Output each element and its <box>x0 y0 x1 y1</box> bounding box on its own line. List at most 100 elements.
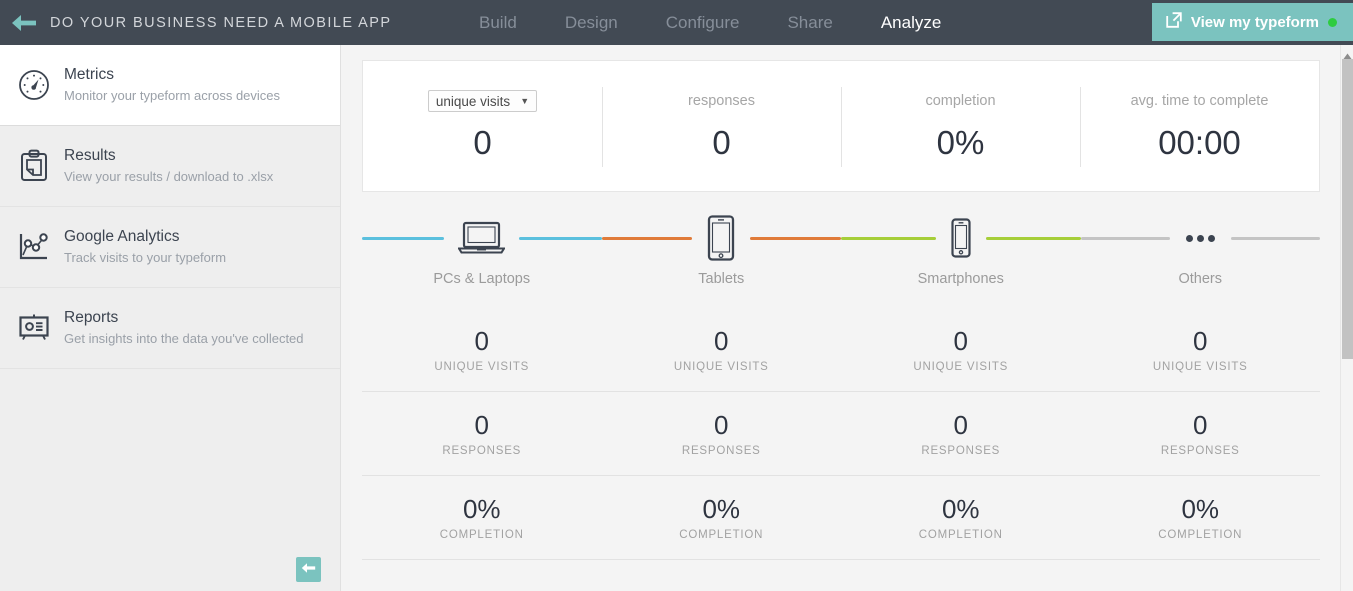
metric-cell: 0 UNIQUE VISITS <box>362 307 602 391</box>
metric-select-label: unique visits <box>435 93 511 109</box>
metric-cell: 0% COMPLETION <box>601 475 841 559</box>
metric-cell: 00:00 <box>601 559 841 591</box>
summary-label: completion <box>925 93 996 109</box>
tab-build[interactable]: Build <box>455 0 541 45</box>
device-name: Others <box>1178 271 1222 287</box>
sidebar-item-title: Metrics <box>64 66 114 83</box>
metric-value: 0% <box>462 494 501 524</box>
device-column-pcs-laptops: PCs & Laptops <box>362 210 602 287</box>
summary-value: 0% <box>936 124 985 161</box>
metric-column-smartphones: 0 UNIQUE VISITS 0 RESPONSES 0% COMPLETIO… <box>841 307 1081 591</box>
metric-cell: 0% COMPLETION <box>1080 475 1320 559</box>
summary-value: 0 <box>712 124 731 161</box>
summary-value: 00:00 <box>1158 124 1241 161</box>
laptop-icon <box>458 214 506 262</box>
metric-cell: 00:00 <box>1080 559 1320 591</box>
device-rule-left <box>362 236 445 240</box>
ellipsis-icon <box>1185 234 1215 242</box>
top-navigation-bar: DO YOUR BUSINESS NEED A MOBILE APP Build… <box>0 0 1353 45</box>
summary-label: avg. time to complete <box>1130 93 1269 109</box>
metric-value: 0 <box>953 325 968 356</box>
metric-select[interactable]: unique visits ▼ <box>427 90 538 112</box>
form-title: DO YOUR BUSINESS NEED A MOBILE APP <box>50 14 392 31</box>
metric-label: UNIQUE VISITS <box>1152 360 1248 373</box>
metric-cell: 0 RESPONSES <box>601 391 841 475</box>
metric-value: 0 <box>474 325 489 356</box>
sidebar-item-subtitle: View your results / download to .xlsx <box>64 169 274 184</box>
summary-value: 0 <box>473 124 492 161</box>
metric-value: 00:00 <box>1168 587 1233 591</box>
summary-cell-responses: responses 0 <box>602 61 841 191</box>
sidebar: Metrics Monitor your typeform across dev… <box>0 45 341 591</box>
collapse-sidebar-button[interactable] <box>296 557 321 582</box>
metric-cell: 00:00 <box>841 559 1081 591</box>
device-rule-right <box>750 236 841 240</box>
metric-label: UNIQUE VISITS <box>673 360 769 373</box>
smartphone-icon <box>950 214 972 262</box>
metric-value: 0 <box>1193 325 1208 356</box>
sidebar-item-metrics[interactable]: Metrics Monitor your typeform across dev… <box>0 45 340 126</box>
metric-cell: 00:00 <box>362 559 602 591</box>
status-dot <box>1328 17 1337 27</box>
device-rule-right <box>985 236 1081 240</box>
clipboard-icon <box>8 140 60 192</box>
metric-cell: 0 UNIQUE VISITS <box>602 307 842 391</box>
metric-column-tablets: 0 UNIQUE VISITS 0 RESPONSES 0% COMPLETIO… <box>601 307 842 591</box>
metric-value: 00:00 <box>689 587 754 591</box>
device-header-row: PCs & Laptops Tablets Smartphones Others <box>362 210 1320 287</box>
metric-cell: 0% COMPLETION <box>841 475 1081 559</box>
device-metric-grid: 0 UNIQUE VISITS 0 RESPONSES 0% COMPLETIO… <box>362 307 1320 591</box>
sidebar-item-title: Google Analytics <box>64 228 180 245</box>
view-my-typeform-button[interactable]: View my typeform <box>1151 3 1353 41</box>
chevron-down-icon: ▼ <box>520 96 530 106</box>
scrollbar-thumb[interactable] <box>1342 59 1353 359</box>
device-name: PCs & Laptops <box>433 271 531 287</box>
tab-share[interactable]: Share <box>763 0 856 45</box>
tablet-icon <box>706 214 736 262</box>
metric-value: 0% <box>941 494 980 524</box>
triangle-up-icon[interactable] <box>1343 47 1352 59</box>
presentation-board-icon <box>8 302 60 354</box>
sidebar-item-results[interactable]: Results View your results / download to … <box>0 126 340 207</box>
external-link-icon <box>1166 11 1182 33</box>
vertical-scrollbar[interactable] <box>1340 45 1353 591</box>
scatter-chart-icon <box>8 221 60 273</box>
tab-analyze[interactable]: Analyze <box>857 0 965 45</box>
sidebar-item-google-analytics[interactable]: Google Analytics Track visits to your ty… <box>0 207 340 288</box>
sidebar-item-subtitle: Monitor your typeform across devices <box>64 88 281 103</box>
metric-cell: 0 RESPONSES <box>1080 391 1320 475</box>
summary-card: unique visits ▼ 0 responses 0 completion… <box>362 60 1320 192</box>
arrow-left-icon <box>11 14 37 32</box>
back-button[interactable] <box>0 0 48 45</box>
device-rule-right <box>519 236 602 240</box>
metric-cell: 0% COMPLETION <box>362 475 602 559</box>
metric-value: 0% <box>1181 494 1220 524</box>
speedometer-icon <box>8 59 60 111</box>
device-rule-left <box>601 236 693 240</box>
metric-value: 0 <box>1193 410 1208 440</box>
device-name: Tablets <box>698 271 745 287</box>
metric-label: COMPLETION <box>918 529 1003 541</box>
metric-label: RESPONSES <box>442 445 522 457</box>
sidebar-item-subtitle: Track visits to your typeform <box>64 250 227 265</box>
metric-cell: 0 UNIQUE VISITS <box>841 307 1081 391</box>
metric-label: COMPLETION <box>439 529 524 541</box>
sidebar-item-reports[interactable]: Reports Get insights into the data you'v… <box>0 288 340 369</box>
metric-column-pcs-laptops: 0 UNIQUE VISITS 0 RESPONSES 0% COMPLETIO… <box>362 307 602 591</box>
tab-configure[interactable]: Configure <box>642 0 764 45</box>
metric-value: 0 <box>714 410 729 440</box>
device-column-others: Others <box>1080 210 1320 287</box>
summary-cell-completion: completion 0% <box>841 61 1080 191</box>
metric-value: 0% <box>702 494 741 524</box>
metric-value: 00:00 <box>928 587 993 591</box>
metric-value: 0 <box>714 325 729 356</box>
metric-cell: 0 UNIQUE VISITS <box>1081 307 1321 391</box>
main-content: unique visits ▼ 0 responses 0 completion… <box>342 45 1340 591</box>
metric-value: 00:00 <box>449 587 514 591</box>
metric-label: COMPLETION <box>1158 529 1243 541</box>
metric-label: UNIQUE VISITS <box>434 360 530 373</box>
main-tabs: Build Design Configure Share Analyze <box>455 0 965 45</box>
device-rule-right <box>1230 236 1320 240</box>
tab-design[interactable]: Design <box>541 0 642 45</box>
metric-cell: 0 RESPONSES <box>841 391 1081 475</box>
